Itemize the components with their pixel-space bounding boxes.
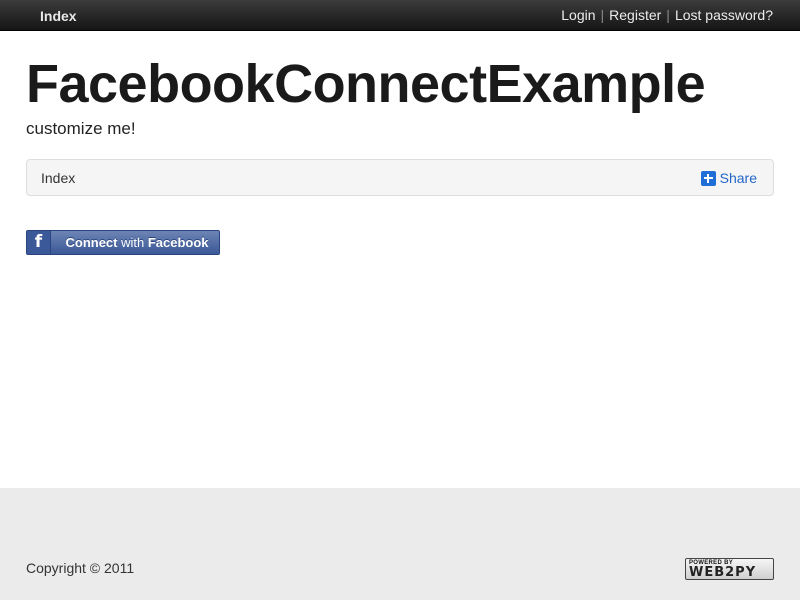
share-button[interactable]: Share: [700, 170, 757, 186]
copyright-text: Copyright © 2011: [26, 560, 135, 576]
page-subtitle: customize me!: [26, 119, 136, 138]
facebook-label-brand: Facebook: [147, 235, 209, 250]
page-title: FacebookConnectExample: [26, 54, 706, 114]
plus-icon: [700, 170, 716, 186]
breadcrumb: Index Share: [26, 159, 774, 196]
powered-by-web2py-badge[interactable]: POWERED BY WEB2PY: [685, 558, 774, 580]
breadcrumb-item-index: Index: [41, 170, 76, 186]
web2py-logo: WEB2PY: [689, 565, 757, 580]
facebook-label-connect: Connect: [65, 235, 118, 250]
separator: |: [600, 7, 605, 23]
register-link[interactable]: Register: [609, 7, 661, 23]
auth-links: Login | Register | Lost password?: [561, 7, 773, 23]
footer: Copyright © 2011 POWERED BY WEB2PY: [0, 488, 800, 600]
connect-with-facebook-button[interactable]: f Connect with Facebook: [26, 230, 220, 255]
separator: |: [666, 7, 670, 23]
facebook-button-label: Connect with Facebook: [51, 235, 219, 250]
login-link[interactable]: Login: [561, 7, 595, 23]
lost-password-link[interactable]: Lost password?: [675, 7, 773, 23]
facebook-label-with: with: [117, 235, 148, 250]
facebook-icon: f: [27, 231, 51, 254]
brand-link[interactable]: Index: [40, 8, 77, 24]
top-navbar: Index Login | Register | Lost password?: [0, 0, 800, 31]
share-label: Share: [719, 170, 757, 186]
